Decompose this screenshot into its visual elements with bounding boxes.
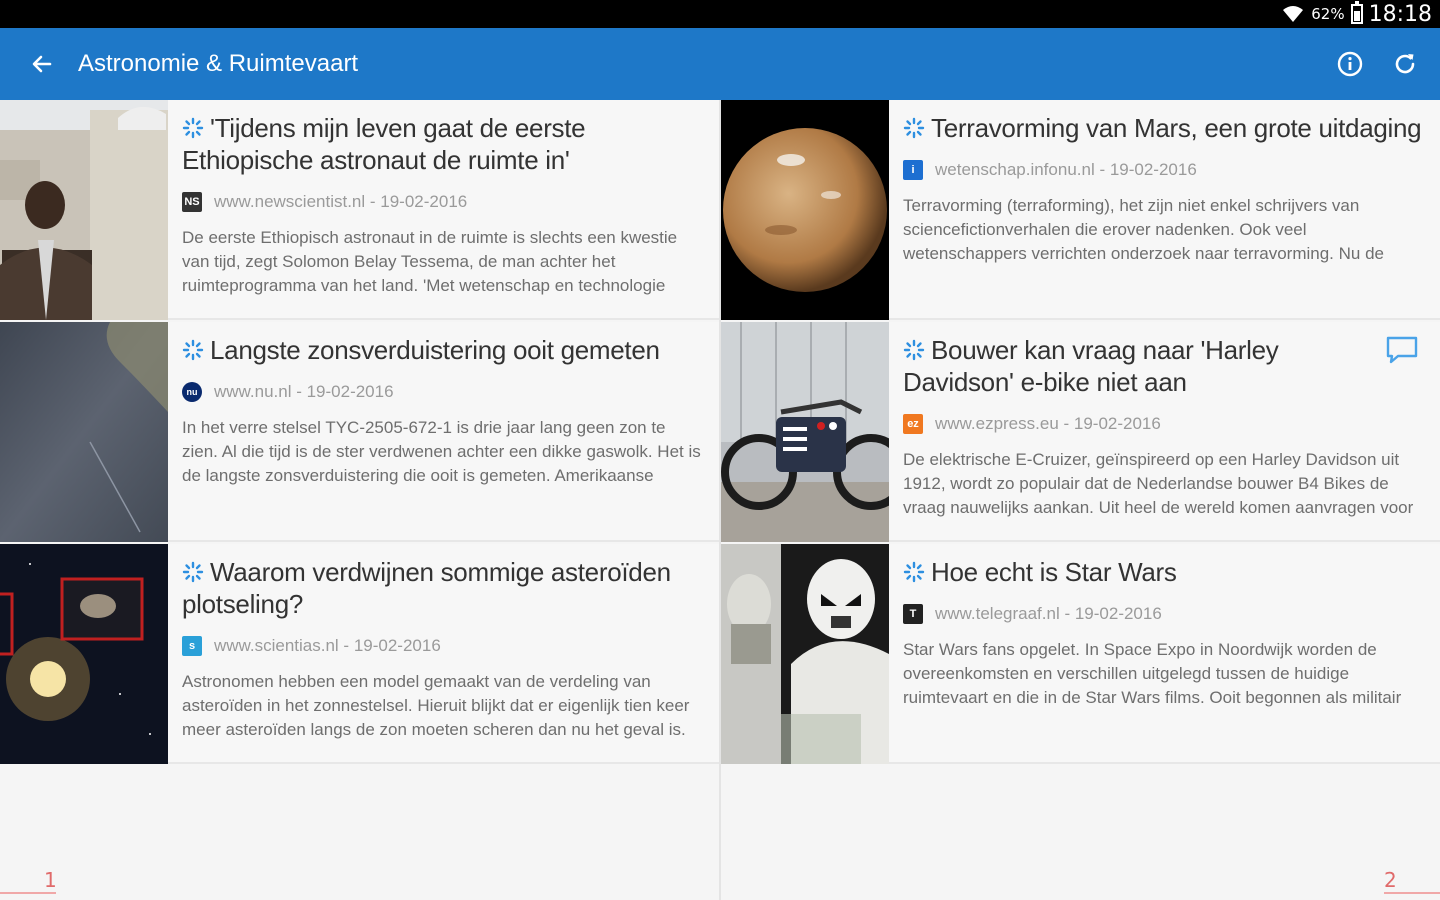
article-meta: T www.telegraaf.nl - 19-02-2016 (903, 604, 1427, 624)
article-meta: s www.scientias.nl - 19-02-2016 (182, 636, 706, 656)
article-source: www.telegraaf.nl - 19-02-2016 (935, 604, 1162, 623)
page-title: Astronomie & Ruimtevaart (78, 50, 359, 77)
article-card[interactable]: 'Tijdens mijn leven gaat de eerste Ethio… (0, 100, 719, 320)
article-source: www.newscientist.nl - 19-02-2016 (214, 192, 468, 211)
article-thumbnail (0, 100, 168, 320)
source-icon: T (903, 604, 923, 624)
article-headline: Langste zonsverduistering ooit gemeten (182, 334, 706, 366)
page-number: 2 (1384, 868, 1397, 892)
article-source: www.nu.nl - 19-02-2016 (214, 382, 394, 401)
battery-icon (1350, 1, 1363, 24)
wifi-icon (1283, 6, 1304, 22)
article-snippet: Star Wars fans opgelet. In Space Expo in… (903, 640, 1402, 707)
refresh-icon[interactable] (1391, 50, 1419, 78)
article-snippet: In het verre stelsel TYC-2505-672-1 is d… (182, 418, 701, 485)
article-headline-text: Bouwer kan vraag naar 'Harley Davidson' … (903, 335, 1279, 397)
article-headline-text: 'Tijdens mijn leven gaat de eerste Ethio… (182, 113, 586, 175)
article-headline: 'Tijdens mijn leven gaat de eerste Ethio… (182, 112, 706, 176)
arrow-left-icon[interactable] (26, 48, 58, 80)
article-card[interactable]: Terravorming van Mars, een grote uitdagi… (721, 100, 1440, 320)
clock: 18:18 (1368, 1, 1432, 27)
spark-icon (182, 117, 204, 139)
article-headline-text: Terravorming van Mars, een grote uitdagi… (931, 113, 1422, 143)
app-bar: Astronomie & Ruimtevaart (0, 28, 1440, 100)
status-bar: 62% 18:18 (0, 0, 1440, 28)
source-icon: s (182, 636, 202, 656)
source-icon: ez (903, 414, 923, 434)
spark-icon (903, 117, 925, 139)
article-meta: i wetenschap.infonu.nl - 19-02-2016 (903, 160, 1427, 180)
page-number: 1 (44, 868, 57, 892)
source-icon: NS (182, 192, 202, 212)
article-thumbnail (721, 544, 889, 764)
article-headline-text: Hoe echt is Star Wars (931, 557, 1177, 587)
article-card[interactable]: Hoe echt is Star Wars T www.telegraaf.nl… (721, 544, 1440, 764)
source-icon: i (903, 160, 923, 180)
article-thumbnail (721, 322, 889, 542)
article-card[interactable]: Langste zonsverduistering ooit gemeten n… (0, 322, 719, 542)
source-icon: nu (182, 382, 202, 402)
article-snippet: De elektrische E-Cruizer, geïnspireerd o… (903, 450, 1414, 517)
page-indicator (1384, 892, 1440, 894)
article-card[interactable]: Bouwer kan vraag naar 'Harley Davidson' … (721, 322, 1440, 542)
page-indicator (0, 892, 56, 894)
right-column: Terravorming van Mars, een grote uitdagi… (721, 100, 1440, 900)
article-meta: NS www.newscientist.nl - 19-02-2016 (182, 192, 706, 212)
article-thumbnail (721, 100, 889, 320)
info-icon[interactable] (1336, 50, 1364, 78)
article-meta: nu www.nu.nl - 19-02-2016 (182, 382, 706, 402)
battery-percent: 62% (1311, 5, 1345, 23)
article-source: wetenschap.infonu.nl - 19-02-2016 (935, 160, 1197, 179)
spark-icon (903, 339, 925, 361)
article-source: www.scientias.nl - 19-02-2016 (214, 636, 441, 655)
article-snippet: De eerste Ethiopisch astronaut in de rui… (182, 228, 678, 295)
article-headline-text: Waarom verdwijnen sommige asteroïden plo… (182, 557, 671, 619)
article-meta: ez www.ezpress.eu - 19-02-2016 (903, 414, 1427, 434)
article-headline: Waarom verdwijnen sommige asteroïden plo… (182, 556, 706, 620)
article-headline: Hoe echt is Star Wars (903, 556, 1427, 588)
article-snippet: Astronomen hebben een model gemaakt van … (182, 672, 690, 739)
spark-icon (182, 339, 204, 361)
article-headline-text: Langste zonsverduistering ooit gemeten (210, 335, 660, 365)
article-thumbnail (0, 322, 168, 542)
comment-icon[interactable] (1384, 334, 1420, 366)
article-headline: Terravorming van Mars, een grote uitdagi… (903, 112, 1427, 144)
article-snippet: Terravorming (terraforming), het zijn ni… (903, 196, 1384, 263)
spark-icon (182, 561, 204, 583)
spark-icon (903, 561, 925, 583)
article-card[interactable]: Waarom verdwijnen sommige asteroïden plo… (0, 544, 719, 764)
article-source: www.ezpress.eu - 19-02-2016 (935, 414, 1161, 433)
left-column: 'Tijdens mijn leven gaat de eerste Ethio… (0, 100, 719, 900)
article-headline: Bouwer kan vraag naar 'Harley Davidson' … (903, 334, 1363, 398)
article-thumbnail (0, 544, 168, 764)
